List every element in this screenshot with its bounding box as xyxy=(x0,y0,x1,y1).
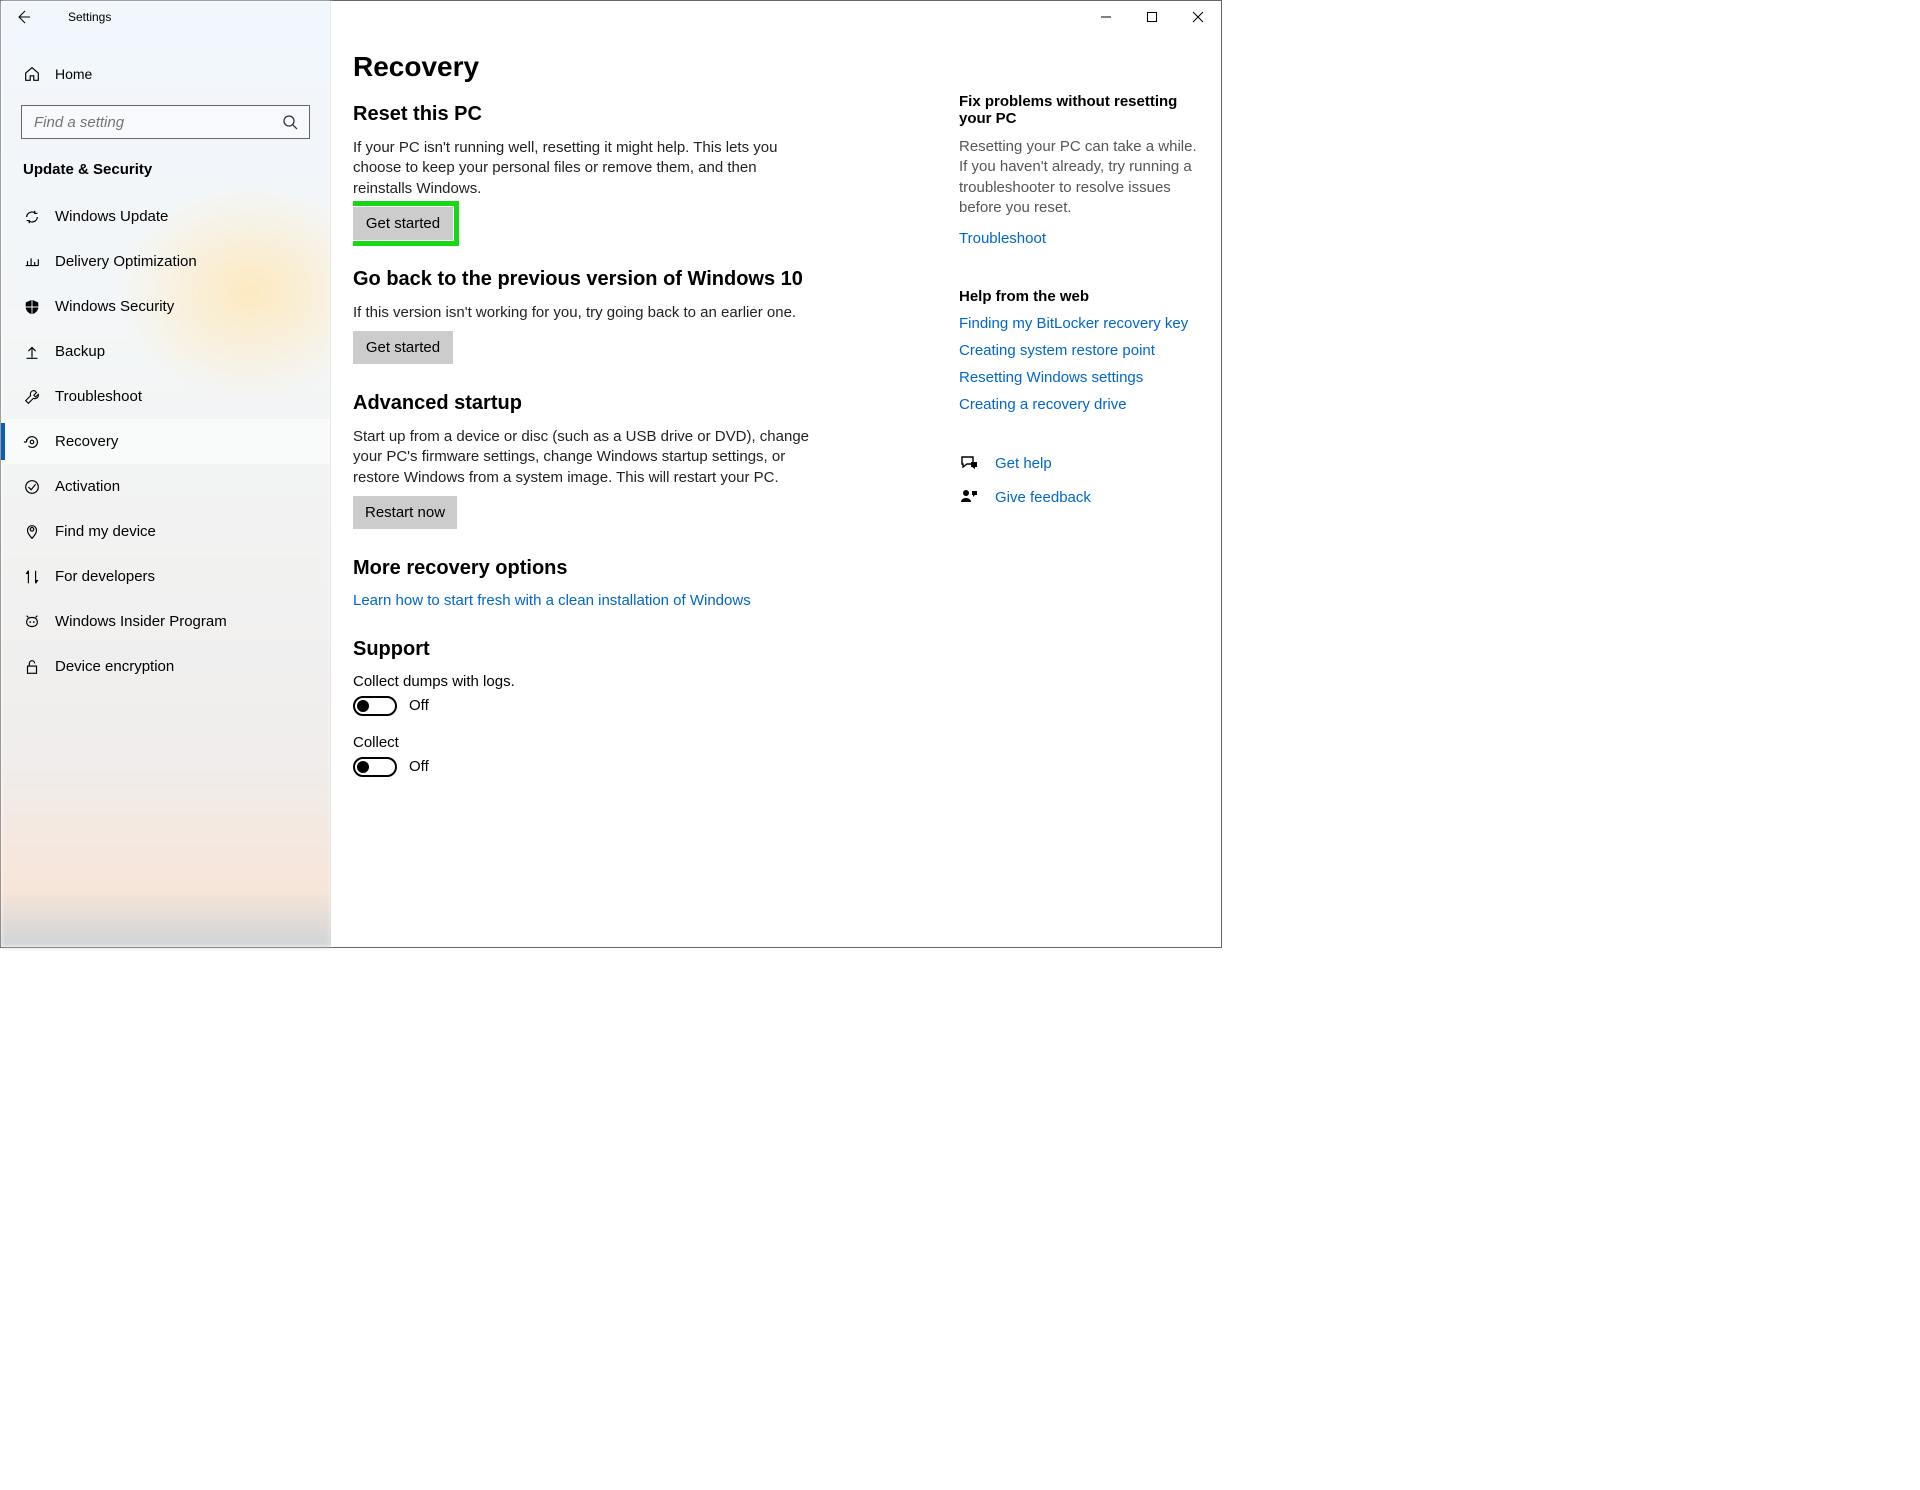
wrench-icon xyxy=(23,388,41,406)
fix-heading: Fix problems without resetting your PC xyxy=(959,93,1205,127)
recovery-icon xyxy=(23,433,41,451)
sidebar-item-label: Windows Update xyxy=(55,208,168,225)
give-feedback-row[interactable]: Give feedback xyxy=(959,487,1205,507)
more-heading: More recovery options xyxy=(353,557,921,580)
sidebar-item-recovery[interactable]: Recovery xyxy=(1,419,330,464)
advanced-heading: Advanced startup xyxy=(353,392,921,415)
close-button[interactable] xyxy=(1175,1,1221,33)
sidebar-item-label: Troubleshoot xyxy=(55,388,142,405)
chat-icon xyxy=(959,453,979,473)
collect-label: Collect xyxy=(353,734,921,751)
home-icon xyxy=(23,65,41,83)
get-help-link[interactable]: Get help xyxy=(995,455,1052,472)
location-icon xyxy=(23,523,41,541)
section-more-recovery: More recovery options Learn how to start… xyxy=(353,557,921,610)
window-controls xyxy=(1083,1,1221,33)
section-advanced-startup: Advanced startup Start up from a device … xyxy=(353,392,921,529)
goback-heading: Go back to the previous version of Windo… xyxy=(353,268,921,291)
collect-dumps-label: Collect dumps with logs. xyxy=(353,673,921,690)
sidebar-item-label: For developers xyxy=(55,568,155,585)
start-fresh-link[interactable]: Learn how to start fresh with a clean in… xyxy=(353,592,751,609)
sidebar-item-label: Device encryption xyxy=(55,658,174,675)
troubleshoot-link[interactable]: Troubleshoot xyxy=(959,230,1046,247)
get-help-row[interactable]: Get help xyxy=(959,453,1205,473)
help-heading: Help from the web xyxy=(959,288,1205,305)
title-bar: Settings xyxy=(1,1,330,33)
lock-icon xyxy=(23,658,41,676)
help-link-reset-settings[interactable]: Resetting Windows settings xyxy=(959,369,1205,386)
search-icon xyxy=(279,114,301,130)
sidebar-item-label: Activation xyxy=(55,478,120,495)
home-button[interactable]: Home xyxy=(1,53,330,95)
reset-heading: Reset this PC xyxy=(353,103,921,126)
main-content: Recovery Reset this PC If your PC isn't … xyxy=(331,1,1221,947)
window-title: Settings xyxy=(68,10,111,24)
sidebar-item-windows-insider-program[interactable]: Windows Insider Program xyxy=(1,599,330,644)
support-links-section: Get help Give feedback xyxy=(959,453,1205,507)
collect-state: Off xyxy=(409,758,429,775)
sidebar-item-label: Backup xyxy=(55,343,105,360)
maximize-button[interactable] xyxy=(1129,1,1175,33)
sidebar-item-backup[interactable]: Backup xyxy=(1,329,330,374)
sidebar-nav: Windows Update Delivery Optimization Win… xyxy=(1,186,330,689)
help-from-web-section: Help from the web Finding my BitLocker r… xyxy=(959,288,1205,413)
sidebar-item-label: Recovery xyxy=(55,433,118,450)
backup-icon xyxy=(23,343,41,361)
refresh-icon xyxy=(23,208,41,226)
fix-problems-section: Fix problems without resetting your PC R… xyxy=(959,93,1205,248)
collect-dumps-state: Off xyxy=(409,697,429,714)
sidebar-item-for-developers[interactable]: For developers xyxy=(1,554,330,599)
advanced-body: Start up from a device or disc (such as … xyxy=(353,427,813,488)
sidebar-item-windows-update[interactable]: Windows Update xyxy=(1,194,330,239)
home-label: Home xyxy=(55,66,92,82)
search-input-wrap[interactable] xyxy=(21,105,310,139)
give-feedback-link[interactable]: Give feedback xyxy=(995,489,1091,506)
page-title: Recovery xyxy=(353,51,921,83)
collect-dumps-toggle[interactable] xyxy=(353,696,397,716)
sidebar-item-label: Delivery Optimization xyxy=(55,253,197,270)
minimize-button[interactable] xyxy=(1083,1,1129,33)
sidebar: Settings Home Update & Security Windows … xyxy=(1,1,331,947)
restart-now-button[interactable]: Restart now xyxy=(353,496,457,529)
reset-body: If your PC isn't running well, resetting… xyxy=(353,138,813,199)
help-link-restore-point[interactable]: Creating system restore point xyxy=(959,342,1205,359)
shield-icon xyxy=(23,298,41,316)
section-support: Support Collect dumps with logs. Off Col… xyxy=(353,638,921,777)
tools-icon xyxy=(23,568,41,586)
section-reset-pc: Reset this PC If your PC isn't running w… xyxy=(353,103,921,240)
sidebar-item-device-encryption[interactable]: Device encryption xyxy=(1,644,330,689)
goback-get-started-button[interactable]: Get started xyxy=(353,331,453,364)
search-input[interactable] xyxy=(32,113,279,132)
insider-icon xyxy=(23,613,41,631)
feedback-icon xyxy=(959,487,979,507)
help-link-recovery-drive[interactable]: Creating a recovery drive xyxy=(959,396,1205,413)
sidebar-item-label: Windows Security xyxy=(55,298,174,315)
check-circle-icon xyxy=(23,478,41,496)
section-go-back: Go back to the previous version of Windo… xyxy=(353,268,921,364)
support-heading: Support xyxy=(353,638,921,661)
sidebar-section-title: Update & Security xyxy=(1,139,330,186)
collect-toggle[interactable] xyxy=(353,757,397,777)
fix-body: Resetting your PC can take a while. If y… xyxy=(959,137,1205,218)
goback-body: If this version isn't working for you, t… xyxy=(353,303,813,323)
sidebar-item-troubleshoot[interactable]: Troubleshoot xyxy=(1,374,330,419)
sidebar-item-label: Find my device xyxy=(55,523,156,540)
back-button[interactable] xyxy=(3,1,43,33)
right-column: Fix problems without resetting your PC R… xyxy=(959,93,1205,547)
sidebar-item-windows-security[interactable]: Windows Security xyxy=(1,284,330,329)
delivery-icon xyxy=(23,253,41,271)
reset-get-started-button[interactable]: Get started xyxy=(353,207,453,240)
sidebar-item-delivery-optimization[interactable]: Delivery Optimization xyxy=(1,239,330,284)
sidebar-item-label: Windows Insider Program xyxy=(55,613,227,630)
sidebar-item-activation[interactable]: Activation xyxy=(1,464,330,509)
sidebar-item-find-my-device[interactable]: Find my device xyxy=(1,509,330,554)
help-link-bitlocker[interactable]: Finding my BitLocker recovery key xyxy=(959,315,1205,332)
